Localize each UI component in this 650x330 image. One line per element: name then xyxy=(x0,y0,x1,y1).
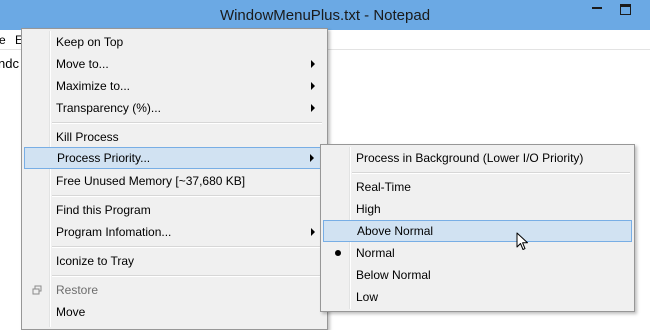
menu-item-label: Above Normal xyxy=(357,224,434,238)
menu-item-label: Restore xyxy=(56,283,99,297)
radio-bullet-icon xyxy=(335,250,341,256)
maximize-icon xyxy=(619,3,631,15)
menu-item-process-priority[interactable]: Process Priority... xyxy=(24,147,325,169)
menu-item-label: High xyxy=(356,202,381,216)
menu-item-free-memory[interactable]: Free Unused Memory [~37,680 KB] xyxy=(24,170,325,192)
menu-item-label: Program Infomation... xyxy=(56,225,172,239)
menu-item-label: Move xyxy=(56,305,86,319)
menu-item-maximize-to[interactable]: Maximize to... xyxy=(24,75,325,97)
menu-item-find-program[interactable]: Find this Program xyxy=(24,199,325,221)
editor-text[interactable]: ndc xyxy=(0,56,19,71)
menu-item-label: Normal xyxy=(356,246,395,260)
minimize-icon xyxy=(592,7,602,9)
process-priority-submenu: Process in Background (Lower I/O Priorit… xyxy=(320,144,635,312)
priority-item-real-time[interactable]: Real-Time xyxy=(323,176,632,198)
menu-separator xyxy=(52,122,322,124)
menu-item-label: Process in Background (Lower I/O Priorit… xyxy=(356,151,584,165)
menu-item-label: Free Unused Memory [~37,680 KB] xyxy=(56,174,246,188)
menu-item-label: Process Priority... xyxy=(57,151,151,165)
priority-item-high[interactable]: High xyxy=(323,198,632,220)
menu-item-iconize-to-tray[interactable]: Iconize to Tray xyxy=(24,250,325,272)
menu-item-label: Real-Time xyxy=(356,180,411,194)
menu-separator xyxy=(52,195,322,197)
menu-item-label: Iconize to Tray xyxy=(56,254,135,268)
mouse-cursor-icon xyxy=(516,232,528,250)
menu-item-program-information[interactable]: Program Infomation... xyxy=(24,221,325,243)
priority-item-background[interactable]: Process in Background (Lower I/O Priorit… xyxy=(323,147,632,169)
priority-item-above-normal[interactable]: Above Normal xyxy=(323,220,632,242)
menu-item-label: Below Normal xyxy=(356,268,431,282)
menu-item-label: Low xyxy=(356,290,379,304)
menu-item-label: Maximize to... xyxy=(56,79,131,93)
menu-item-kill-process[interactable]: Kill Process xyxy=(24,126,325,148)
window-title: WindowMenuPlus.txt - Notepad xyxy=(219,7,431,24)
menu-item-keep-on-top[interactable]: Keep on Top xyxy=(24,31,325,53)
menu-separator xyxy=(52,275,322,277)
menu-item-restore: Restore xyxy=(24,279,325,301)
menu-separator xyxy=(52,246,322,248)
title-bar[interactable]: WindowMenuPlus.txt - Notepad xyxy=(0,0,650,30)
restore-icon xyxy=(32,285,42,295)
minimize-button[interactable] xyxy=(584,0,610,22)
window-menu: Keep on Top Move to... Maximize to... Tr… xyxy=(21,28,328,330)
priority-item-below-normal[interactable]: Below Normal xyxy=(323,264,632,286)
menu-item-transparency[interactable]: Transparency (%)... xyxy=(24,97,325,119)
menu-item-move-to[interactable]: Move to... xyxy=(24,53,325,75)
menu-item-label: Find this Program xyxy=(56,203,151,217)
menu-item-label: Move to... xyxy=(56,57,109,71)
submenu-arrow-icon xyxy=(311,228,315,236)
priority-item-low[interactable]: Low xyxy=(323,286,632,308)
menu-item-label: Keep on Top xyxy=(56,35,124,49)
menu-separator xyxy=(352,172,630,174)
menu-item-label: Kill Process xyxy=(56,130,119,144)
submenu-arrow-icon xyxy=(311,60,315,68)
priority-item-normal[interactable]: Normal xyxy=(323,242,632,264)
menu-item-label: Transparency (%)... xyxy=(56,101,161,115)
submenu-arrow-icon xyxy=(311,82,315,90)
maximize-button[interactable] xyxy=(612,0,638,22)
menubar-item-file[interactable]: e xyxy=(0,33,6,47)
submenu-arrow-icon xyxy=(310,154,314,162)
submenu-arrow-icon xyxy=(311,104,315,112)
